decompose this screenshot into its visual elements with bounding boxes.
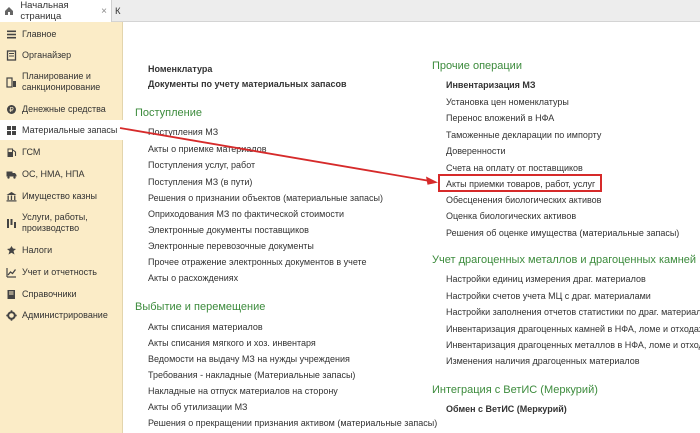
link-other-1[interactable]: Перенос вложений в НФА (446, 113, 554, 123)
sidebar-item-organizer[interactable]: Органайзер (0, 46, 123, 64)
sidebar-item-taxes[interactable]: Налоги (0, 241, 123, 259)
link-other-3[interactable]: Доверенности (446, 146, 506, 156)
fuel-icon (0, 147, 22, 158)
sidebar-item-label: Имущество казны (22, 190, 97, 201)
sidebar-item-fixed-assets[interactable]: ОС, НМА, НПА (0, 165, 123, 183)
sidebar-item-label: Учет и отчетность (22, 266, 97, 277)
sidebar-item-reporting[interactable]: Учет и отчетность (0, 263, 123, 281)
sidebar-item-references[interactable]: Справочники (0, 285, 123, 303)
tab-home[interactable]: Начальная страница × (0, 0, 112, 22)
heading-receipt: Поступление (135, 107, 203, 119)
planning-icon (0, 76, 22, 88)
link-precious-3[interactable]: Инвентаризация драгоценных камней в НФА,… (446, 324, 700, 334)
sidebar-item-main[interactable]: Главное (0, 25, 123, 43)
heading-precious: Учет драгоценных металлов и драгоценных … (432, 254, 697, 266)
heading-disposal: Выбытие и перемещение (135, 301, 266, 313)
link-receipt-0[interactable]: Поступления МЗ (148, 127, 218, 137)
link-receipt-4[interactable]: Решения о признании объектов (материальн… (148, 193, 383, 203)
link-other-7[interactable]: Оценка биологических активов (446, 211, 576, 221)
link-receipt-3[interactable]: Поступления МЗ (в пути) (148, 177, 252, 187)
link-receipt-6[interactable]: Электронные документы поставщиков (148, 225, 309, 235)
link-disposal-6[interactable]: Решения о прекращении признания активом … (148, 418, 437, 428)
link-receipt-2[interactable]: Поступления услуг, работ (148, 160, 255, 170)
link-receipt-7[interactable]: Электронные перевозочные документы (148, 241, 314, 251)
sidebar-item-planning[interactable]: Планирование и санкционирование (0, 68, 123, 96)
link-disposal-4[interactable]: Накладные на отпуск материалов на сторон… (148, 386, 338, 396)
link-disposal-1[interactable]: Акты списания мягкого и хоз. инвентаря (148, 338, 316, 348)
link-receipt-1[interactable]: Акты о приемке материалов (148, 144, 266, 154)
link-precious-1[interactable]: Настройки счетов учета МЦ с драг. матери… (446, 291, 651, 301)
sidebar-item-label: ОС, НМА, НПА (22, 168, 85, 179)
sidebar-item-label: Денежные средства (22, 103, 106, 114)
gear-icon (0, 309, 22, 321)
sidebar-item-label: Налоги (22, 244, 53, 255)
sidebar-item-label: Органайзер (22, 49, 72, 60)
link-precious-0[interactable]: Настройки единиц измерения драг. материа… (446, 274, 646, 284)
heading-other-operations: Прочие операции (432, 60, 522, 72)
link-nomenclature[interactable]: Номенклатура (148, 64, 212, 74)
services-icon (0, 218, 22, 229)
sidebar-item-admin[interactable]: Администрирование (0, 306, 123, 324)
sidebar-item-services[interactable]: Услуги, работы, производство (0, 209, 123, 237)
link-mz-documents[interactable]: Документы по учету материальных запасов (148, 79, 347, 89)
sidebar: Главное Органайзер Планирование и санкци… (0, 22, 124, 433)
link-disposal-5[interactable]: Акты об утилизации МЗ (148, 402, 248, 412)
link-other-6[interactable]: Обесценения биологических активов (446, 195, 601, 205)
sidebar-item-label: ГСМ (22, 146, 41, 157)
sidebar-item-materials[interactable]: Материальные запасы (0, 120, 124, 140)
link-other-0[interactable]: Установка цен номенклатуры (446, 97, 569, 107)
link-vetis-exchange[interactable]: Обмен с ВетИС (Меркурий) (446, 404, 567, 414)
tab-home-label: Начальная страница (20, 0, 69, 22)
book-icon (0, 289, 22, 300)
sidebar-item-fuel[interactable]: ГСМ (0, 143, 123, 161)
link-other-8[interactable]: Решения об оценке имущества (материальны… (446, 228, 679, 238)
sidebar-item-money[interactable]: ₽ Денежные средства (0, 100, 123, 118)
link-disposal-3[interactable]: Требования - накладные (Материальные зап… (148, 370, 355, 380)
link-inventory-mz[interactable]: Инвентаризация МЗ (446, 80, 536, 90)
link-precious-4[interactable]: Инвентаризация драгоценных металлов в НФ… (446, 340, 700, 350)
svg-text:₽: ₽ (9, 106, 14, 114)
sidebar-item-treasury[interactable]: Имущество казны (0, 187, 123, 205)
link-disposal-2[interactable]: Ведомости на выдачу МЗ на нужды учрежден… (148, 354, 350, 364)
link-receipt-5[interactable]: Оприходования МЗ по фактической стоимост… (148, 209, 344, 219)
link-other-4[interactable]: Счета на оплату от поставщиков (446, 163, 583, 173)
link-disposal-0[interactable]: Акты списания материалов (148, 322, 263, 332)
sidebar-item-label: Услуги, работы, производство (22, 212, 88, 233)
sidebar-item-label: Справочники (22, 288, 77, 299)
link-precious-2[interactable]: Настройки заполнения отчетов статистики … (446, 307, 700, 317)
money-icon: ₽ (0, 104, 22, 115)
grid-icon (0, 125, 22, 136)
link-receipt-8[interactable]: Прочее отражение электронных документов … (148, 257, 367, 267)
sidebar-item-label: Администрирование (22, 309, 108, 320)
organizer-icon (0, 49, 22, 61)
truck-icon (0, 169, 22, 180)
tab-bar: Начальная страница × К (0, 0, 700, 22)
sidebar-item-label: Планирование и санкционирование (22, 71, 101, 92)
tab-second-label: К (115, 5, 121, 17)
sidebar-item-label: Главное (22, 28, 57, 39)
link-precious-5[interactable]: Изменения наличия драгоценных материалов (446, 356, 640, 366)
sidebar-item-label: Материальные запасы (22, 124, 118, 135)
link-other-2[interactable]: Таможенные декларации по импорту (446, 130, 601, 140)
taxes-icon (0, 245, 22, 256)
building-icon (0, 191, 22, 202)
highlight-box (438, 174, 602, 192)
close-icon[interactable]: × (101, 6, 107, 17)
home-icon (4, 6, 16, 16)
heading-vetis: Интеграция с ВетИС (Меркурий) (432, 384, 598, 396)
menu-icon (0, 29, 22, 40)
chart-icon (0, 267, 22, 278)
tab-second[interactable]: К (113, 0, 125, 22)
link-receipt-9[interactable]: Акты о расхождениях (148, 273, 238, 283)
